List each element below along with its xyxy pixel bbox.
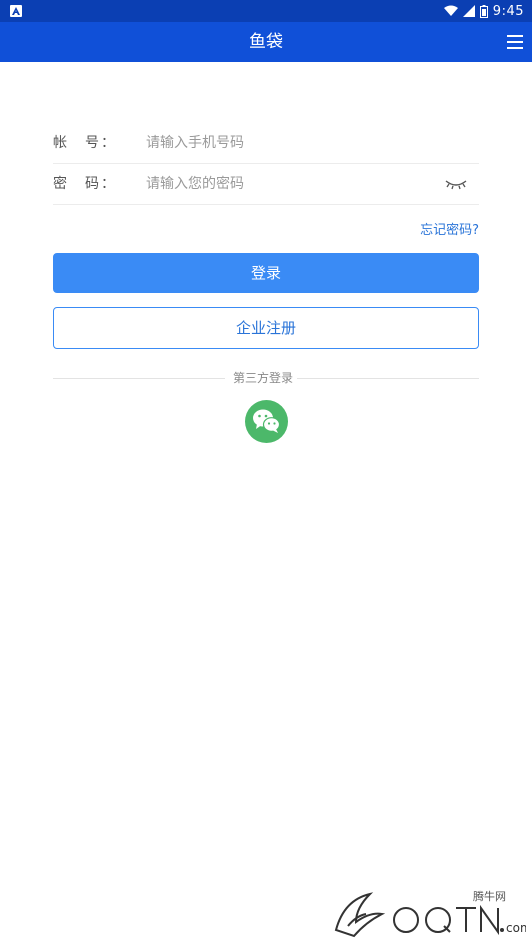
app-bar: 鱼袋 — [0, 22, 532, 62]
password-label: 密 码： — [53, 176, 117, 192]
forgot-password-link[interactable]: 忘记密码? — [420, 219, 479, 238]
wifi-icon — [443, 5, 458, 16]
third-party-divider: 第三方登录 — [53, 369, 479, 387]
eye-closed-icon[interactable] — [445, 176, 467, 192]
battery-icon — [479, 4, 488, 18]
divider-line-right — [297, 378, 479, 379]
account-input[interactable] — [146, 129, 426, 157]
account-row: 帐 号： — [53, 123, 479, 164]
status-bar: 9:45 — [0, 0, 532, 22]
password-row: 密 码： — [53, 164, 479, 205]
account-label: 帐 号： — [53, 135, 117, 151]
page-title: 鱼袋 — [249, 32, 283, 52]
hamburger-menu-icon[interactable] — [505, 32, 525, 52]
password-input[interactable] — [146, 170, 426, 198]
watermark-logo: com 腾牛网 — [326, 886, 532, 942]
divider-line-left — [53, 378, 225, 379]
status-right-group: 9:45 — [443, 0, 524, 22]
status-time: 9:45 — [492, 3, 524, 19]
watermark-site-name: 腾牛网 — [473, 888, 506, 904]
wechat-login-button[interactable] — [245, 400, 288, 443]
login-button[interactable]: 登录 — [53, 253, 479, 293]
notification-a-icon — [10, 5, 22, 17]
company-register-button[interactable]: 企业注册 — [53, 307, 479, 349]
third-party-label: 第三方登录 — [233, 371, 294, 385]
svg-text:com: com — [506, 921, 526, 935]
cell-signal-icon — [462, 5, 475, 17]
login-screen: 9:45 鱼袋 帐 号： 密 码： — [0, 0, 532, 946]
wechat-icon — [253, 409, 281, 433]
